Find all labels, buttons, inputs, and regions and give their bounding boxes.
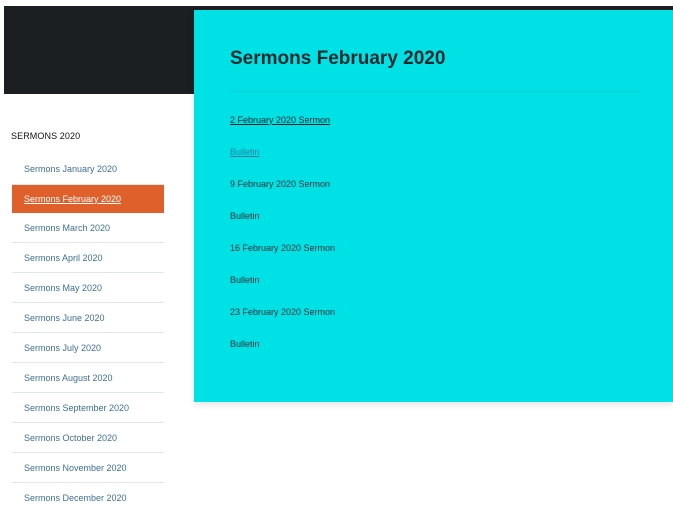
content-panel: Sermons February 2020 2 February 2020 Se… — [194, 10, 673, 402]
sermon-link[interactable]: 2 February 2020 Sermon — [230, 114, 335, 146]
bulletin-link[interactable]: Bulletin — [230, 338, 335, 370]
sermon-link[interactable]: 16 February 2020 Sermon — [230, 242, 335, 274]
sidebar-nav: Sermons January 2020 Sermons February 20… — [12, 154, 164, 506]
sidebar-item-july[interactable]: Sermons July 2020 — [12, 333, 164, 363]
sidebar-item-october[interactable]: Sermons October 2020 — [12, 423, 164, 453]
sidebar-item-june[interactable]: Sermons June 2020 — [12, 303, 164, 333]
title-divider — [230, 91, 642, 92]
page: SERMONS 2020 Sermons January 2020 Sermon… — [0, 0, 673, 506]
sidebar-item-january[interactable]: Sermons January 2020 — [12, 154, 164, 185]
sidebar-title: SERMONS 2020 — [11, 131, 81, 141]
sidebar-item-february[interactable]: Sermons February 2020 — [12, 185, 164, 213]
bulletin-link[interactable]: Bulletin — [230, 146, 335, 178]
sidebar-item-august[interactable]: Sermons August 2020 — [12, 363, 164, 393]
sidebar-item-november[interactable]: Sermons November 2020 — [12, 453, 164, 483]
sermon-link[interactable]: 9 February 2020 Sermon — [230, 178, 335, 210]
sidebar-item-april[interactable]: Sermons April 2020 — [12, 243, 164, 273]
sidebar-item-september[interactable]: Sermons September 2020 — [12, 393, 164, 423]
sidebar-item-december[interactable]: Sermons December 2020 — [12, 483, 164, 506]
site-header — [4, 6, 194, 94]
page-title: Sermons February 2020 — [230, 48, 446, 69]
sermon-list: 2 February 2020 Sermon Bulletin 9 Februa… — [230, 114, 335, 370]
sidebar-item-march[interactable]: Sermons March 2020 — [12, 213, 164, 243]
bulletin-link[interactable]: Bulletin — [230, 210, 335, 242]
bulletin-link[interactable]: Bulletin — [230, 274, 335, 306]
sidebar: SERMONS 2020 Sermons January 2020 Sermon… — [4, 94, 194, 506]
sermon-link[interactable]: 23 February 2020 Sermon — [230, 306, 335, 338]
sidebar-item-may[interactable]: Sermons May 2020 — [12, 273, 164, 303]
